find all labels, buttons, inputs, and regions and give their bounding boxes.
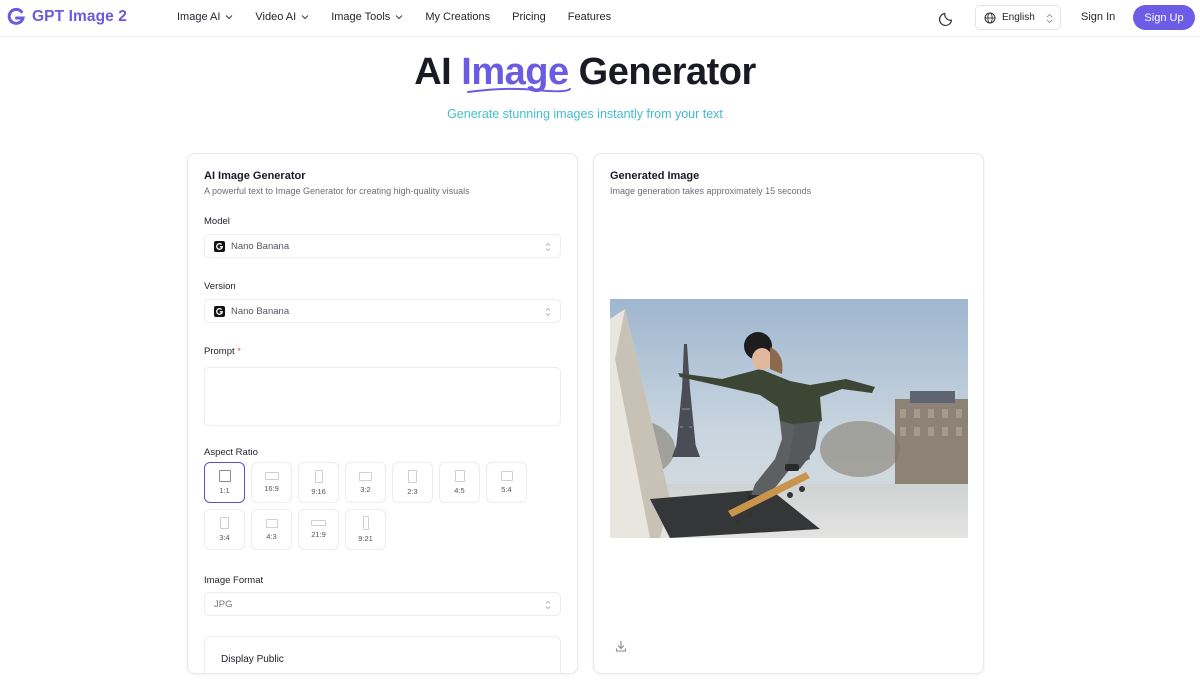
chevron-down-icon — [301, 15, 309, 20]
ratio-shape-icon — [314, 469, 323, 483]
aspect-ratio-label: 3:4 — [219, 533, 230, 542]
prompt-input[interactable] — [204, 367, 561, 426]
nav-my-creations-label: My Creations — [425, 11, 491, 23]
aspect-ratio-label: 2:3 — [407, 486, 418, 496]
nav-my-creations[interactable]: My Creations — [425, 11, 490, 23]
nav-image-ai[interactable]: Image AI — [177, 11, 233, 23]
generator-title: AI Image Generator — [204, 170, 306, 182]
language-label: English — [1002, 12, 1035, 23]
title-underline-decoration — [467, 87, 571, 93]
sign-in-link[interactable]: Sign In — [1081, 11, 1115, 23]
page-subtitle: Generate stunning images instantly from … — [0, 107, 1170, 121]
nav-links: Image AI Video AI Image Tools My Creatio… — [177, 11, 633, 23]
nav-video-ai-label: Video AI — [255, 11, 297, 23]
display-public-row[interactable]: Display Public — [204, 636, 561, 673]
required-marker: * — [237, 346, 241, 357]
ratio-shape-icon — [408, 469, 417, 483]
ratio-shape-icon — [359, 471, 372, 481]
aspect-ratio-label: Aspect Ratio — [204, 447, 258, 458]
ratio-shape-icon — [362, 516, 369, 530]
version-value: Nano Banana — [231, 305, 290, 317]
aspect-ratio-4-3[interactable]: 4:3 — [251, 509, 292, 550]
globe-icon — [984, 12, 996, 23]
top-navbar: GPT Image 2 Image AI Video AI Image Tool… — [0, 0, 1200, 37]
aspect-ratio-label: 5:4 — [501, 485, 512, 494]
aspect-ratio-5-4[interactable]: 5:4 — [486, 462, 527, 503]
aspect-ratio-1-1[interactable]: 1:1 — [204, 462, 245, 503]
aspect-ratio-21-9[interactable]: 21:9 — [298, 509, 339, 550]
ratio-shape-icon — [311, 520, 326, 526]
aspect-ratio-2-3[interactable]: 2:3 — [392, 462, 433, 503]
sort-chevron-icon — [545, 307, 551, 317]
output-card: Generated Image Image generation takes a… — [593, 153, 984, 674]
prompt-label-text: Prompt — [204, 346, 235, 357]
nav-features[interactable]: Features — [568, 11, 611, 23]
sort-chevron-icon — [545, 600, 551, 610]
version-label: Version — [204, 281, 236, 292]
generator-description: A powerful text to Image Generator for c… — [204, 186, 470, 196]
sort-chevron-icon — [1046, 13, 1053, 24]
title-prefix: AI — [414, 51, 462, 93]
aspect-ratio-label: 9:16 — [311, 486, 326, 496]
generated-image[interactable] — [610, 299, 968, 538]
aspect-ratio-label: 3:2 — [360, 484, 371, 494]
image-format-select[interactable]: JPG — [204, 592, 561, 616]
aspect-ratio-9-21[interactable]: 9:21 — [345, 509, 386, 550]
image-format-label: Image Format — [204, 575, 264, 586]
ratio-shape-icon — [454, 470, 465, 482]
image-format-value: JPG — [214, 598, 233, 610]
nav-video-ai[interactable]: Video AI — [255, 11, 309, 23]
version-select[interactable]: Nano Banana — [204, 299, 561, 323]
nav-image-tools[interactable]: Image Tools — [331, 11, 403, 23]
nav-image-ai-label: Image AI — [177, 11, 221, 23]
nav-pricing-label: Pricing — [512, 11, 546, 23]
sort-chevron-icon — [545, 242, 551, 252]
aspect-ratio-label: 1:1 — [219, 486, 230, 495]
chevron-down-icon — [226, 15, 233, 20]
model-value: Nano Banana — [231, 240, 290, 252]
ratio-shape-icon — [218, 470, 231, 482]
ratio-shape-icon — [264, 472, 279, 480]
prompt-label: Prompt * — [204, 346, 241, 357]
chevron-down-icon — [395, 15, 403, 20]
model-label: Model — [204, 216, 230, 227]
ratio-shape-icon — [220, 517, 229, 529]
model-select[interactable]: Nano Banana — [204, 234, 561, 258]
gemini-g-icon — [214, 240, 225, 252]
logo-text: GPT Image 2 — [32, 8, 127, 25]
aspect-ratio-label: 16:9 — [264, 484, 279, 493]
output-description: Image generation takes approximately 15 … — [610, 186, 812, 196]
ratio-shape-icon — [265, 518, 278, 528]
download-icon[interactable] — [614, 639, 628, 653]
aspect-ratio-label: 4:5 — [454, 486, 465, 495]
aspect-ratio-3-2[interactable]: 3:2 — [345, 462, 386, 503]
display-public-label: Display Public — [221, 654, 284, 665]
sign-up-button[interactable]: Sign Up — [1133, 5, 1195, 30]
page-title: AI Image Generator — [0, 51, 1170, 94]
logo-g-icon — [7, 7, 25, 25]
logo[interactable]: GPT Image 2 — [6, 7, 127, 27]
nav-pricing[interactable]: Pricing — [512, 11, 546, 23]
ratio-shape-icon — [500, 471, 513, 481]
aspect-ratio-label: 21:9 — [311, 530, 326, 539]
aspect-ratio-9-16[interactable]: 9:16 — [298, 462, 339, 503]
aspect-ratio-4-5[interactable]: 4:5 — [439, 462, 480, 503]
aspect-ratio-16-9[interactable]: 16:9 — [251, 462, 292, 503]
output-title: Generated Image — [610, 170, 700, 182]
title-suffix: Generator — [568, 51, 757, 93]
language-select[interactable]: English — [975, 5, 1061, 30]
gemini-g-icon — [214, 305, 225, 317]
moon-icon[interactable] — [938, 9, 956, 27]
aspect-ratio-label: 9:21 — [358, 534, 373, 543]
nav-image-tools-label: Image Tools — [331, 11, 391, 23]
generator-card: AI Image Generator A powerful text to Im… — [187, 153, 578, 674]
aspect-ratio-label: 4:3 — [266, 531, 277, 541]
aspect-ratio-3-4[interactable]: 3:4 — [204, 509, 245, 550]
nav-features-label: Features — [567, 11, 612, 23]
